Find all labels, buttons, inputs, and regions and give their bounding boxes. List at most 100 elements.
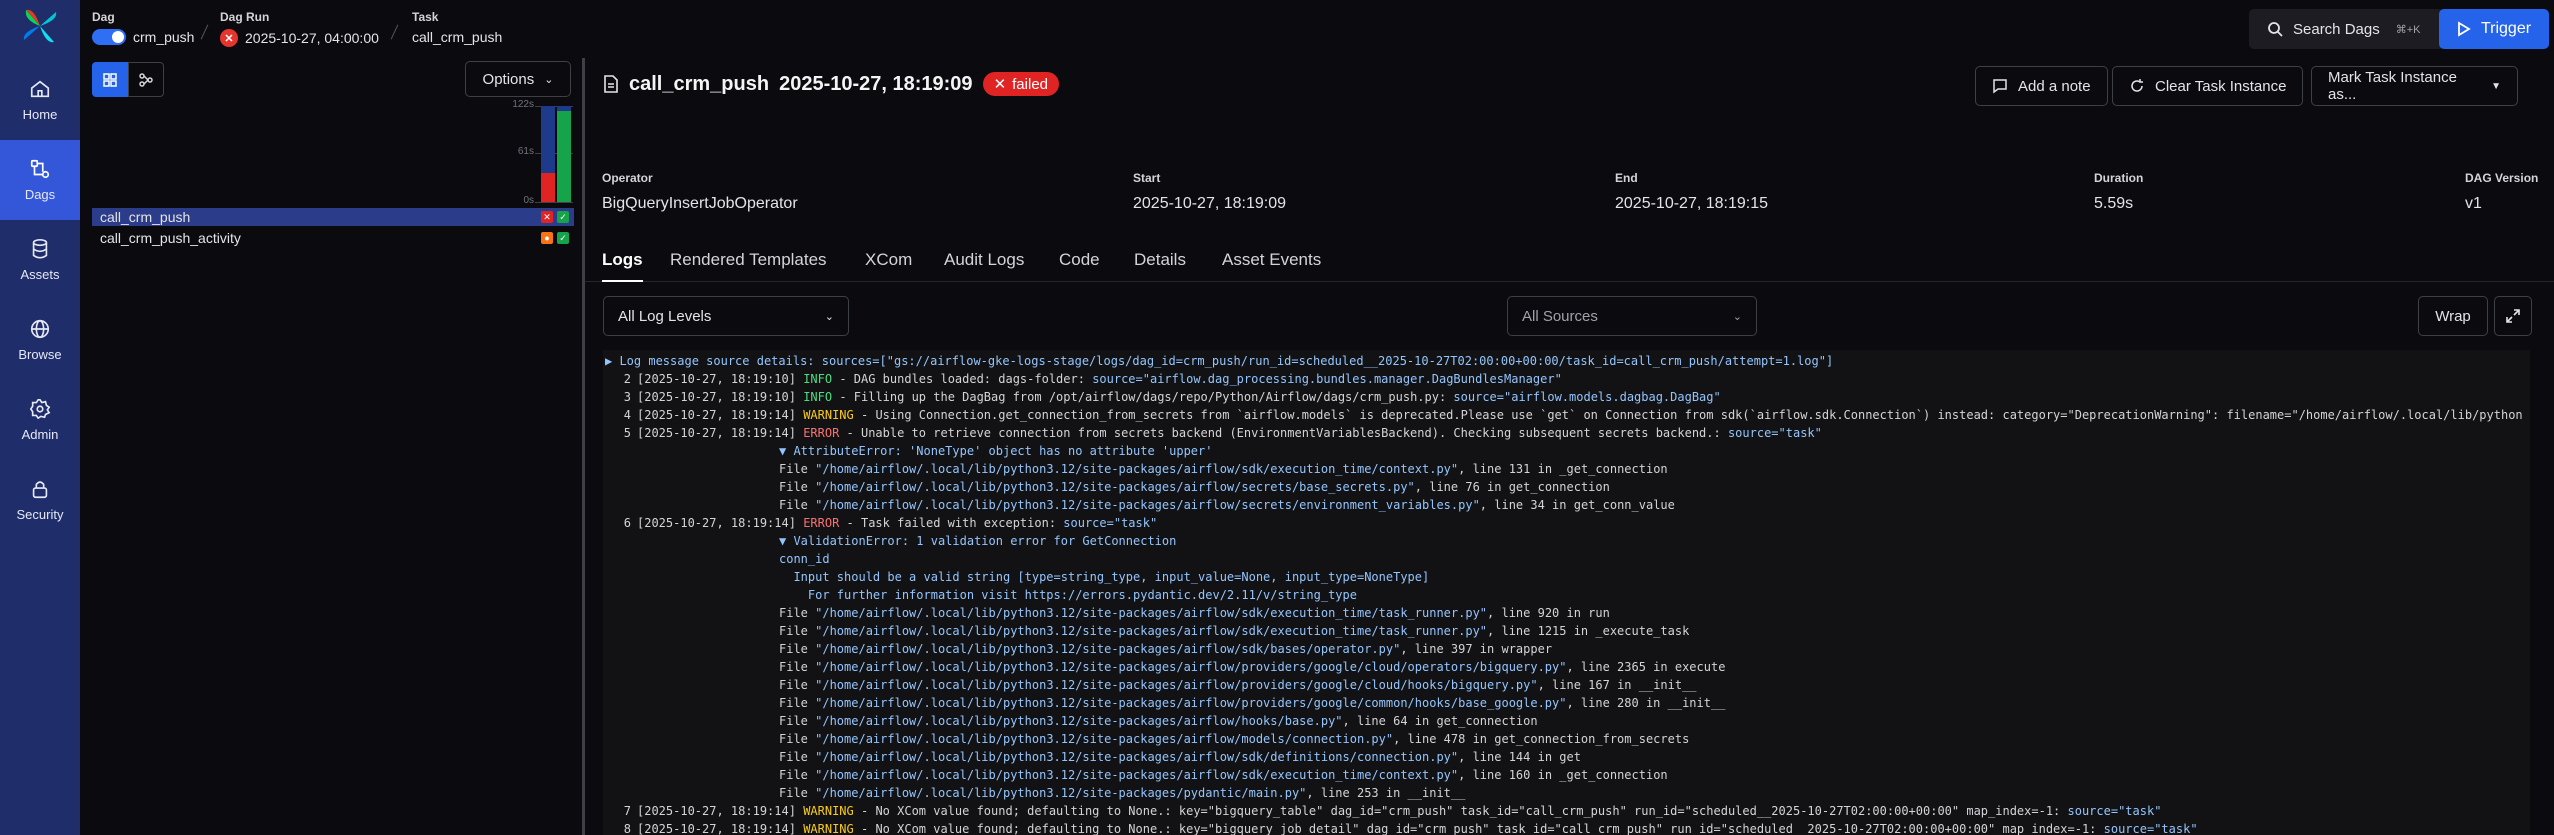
tab-rendered-templates[interactable]: Rendered Templates — [670, 250, 827, 280]
frame-tail: , line 34 in get_conn_value — [1479, 498, 1675, 512]
validation-field: conn_id — [779, 552, 830, 566]
traceback-frame: File "/home/airflow/.local/lib/python3.1… — [779, 606, 1610, 620]
tab-details[interactable]: Details — [1134, 250, 1186, 280]
log-level: ERROR — [803, 516, 840, 530]
task-instance-cell-failed[interactable]: ✕ — [541, 211, 553, 223]
add-note-button[interactable]: Add a note — [1975, 66, 2108, 106]
traceback-frame: File "/home/airflow/.local/lib/python3.1… — [779, 624, 1690, 638]
chevron-down-icon: ⌄ — [1732, 310, 1742, 323]
nav-admin[interactable]: Admin — [0, 380, 80, 460]
run-duration-bar-success[interactable] — [557, 111, 571, 202]
breadcrumb-dag-value[interactable]: crm_push — [133, 29, 194, 45]
frame-path: "/home/airflow/.local/lib/python3.12/sit… — [815, 750, 1459, 764]
task-instance-panel: call_crm_push 2025-10-27, 18:19:09 ✕ fai… — [585, 58, 2554, 835]
close-icon: ✕ — [993, 76, 1007, 93]
traceback-toggle[interactable]: ▼ ValidationError: 1 validation error fo… — [779, 532, 1176, 550]
meta-duration: Duration 5.59s — [2094, 171, 2143, 213]
breadcrumb-separator — [390, 24, 399, 40]
log-message: - Filling up the DagBag from /opt/airflo… — [832, 390, 1454, 404]
log-timestamp: [2025-10-27, 18:19:10] — [637, 390, 796, 404]
lock-icon — [32, 481, 48, 499]
meta-start: Start 2025-10-27, 18:19:09 — [1133, 171, 1286, 213]
frame-tail: , line 920 in run — [1487, 606, 1610, 620]
breadcrumb-run-value[interactable]: 2025-10-27, 04:00:00 — [245, 30, 379, 46]
expand-icon — [2506, 309, 2520, 323]
log-timestamp: [2025-10-27, 18:19:14] — [637, 804, 796, 818]
tab-code[interactable]: Code — [1059, 250, 1100, 280]
expand-button[interactable] — [2494, 296, 2532, 336]
tab-audit-logs[interactable]: Audit Logs — [944, 250, 1024, 280]
wrap-button[interactable]: Wrap — [2418, 296, 2488, 336]
duration-tick-mid: 61s — [517, 146, 534, 157]
search-label: Search Dags — [2293, 20, 2380, 38]
traceback-frame: File "/home/airflow/.local/lib/python3.1… — [779, 498, 1675, 512]
log-level: INFO — [803, 372, 833, 386]
tab-xcom[interactable]: XCom — [865, 250, 912, 280]
log-timestamp: [2025-10-27, 18:19:14] — [637, 426, 796, 440]
meta-operator-value: BigQueryInsertJobOperator — [602, 195, 798, 212]
frame-path: "/home/airflow/.local/lib/python3.12/sit… — [815, 642, 1401, 656]
grid-view-button[interactable] — [92, 62, 128, 97]
nav-home[interactable]: Home — [0, 60, 80, 140]
log-level-select[interactable]: All Log Levels ⌄ — [603, 296, 849, 336]
log-source: source="task" — [1727, 426, 1822, 440]
duration-tick-zero: 0s — [523, 195, 534, 206]
mark-task-instance-dropdown[interactable]: Mark Task Instance as... ▼ — [2311, 66, 2518, 106]
traceback-frame: File "/home/airflow/.local/lib/python3.1… — [779, 462, 1668, 476]
log-viewer[interactable]: ▶ Log message source details: sources=["… — [603, 350, 2530, 835]
task-instance-cell-upstream-failed[interactable]: ● — [541, 232, 553, 244]
breadcrumb-task-value[interactable]: call_crm_push — [412, 29, 502, 45]
breadcrumb-dag-label: Dag — [92, 10, 115, 24]
trigger-button[interactable]: Trigger — [2439, 9, 2549, 49]
caret-down-icon: ▼ — [2491, 80, 2501, 92]
duration-tick-top: 122s — [512, 99, 534, 110]
airflow-logo-icon[interactable] — [20, 6, 60, 46]
nav-security[interactable]: Security — [0, 460, 80, 540]
graph-view-button[interactable] — [128, 62, 164, 97]
tab-logs[interactable]: Logs — [602, 250, 643, 282]
log-line-number: 2 — [623, 372, 631, 386]
task-row-call-crm-push[interactable]: call_crm_push — [92, 208, 574, 226]
meta-duration-label: Duration — [2094, 171, 2144, 185]
frame-tail: , line 167 in __init__ — [1537, 678, 1697, 692]
traceback-frame: File "/home/airflow/.local/lib/python3.1… — [779, 750, 1581, 764]
clear-task-instance-button[interactable]: Clear Task Instance — [2112, 66, 2304, 106]
log-source-details[interactable]: ▶ Log message source details: sources=["… — [605, 352, 1833, 370]
nav-admin-label: Admin — [21, 427, 59, 442]
meta-start-label: Start — [1133, 171, 1161, 185]
grid-icon — [103, 72, 117, 87]
tab-asset-events[interactable]: Asset Events — [1222, 250, 1321, 280]
validation-info: For further information visit https://er… — [779, 588, 1357, 602]
log-message: - No XCom value found; defaulting to Non… — [853, 822, 2104, 835]
traceback-frame: File "/home/airflow/.local/lib/python3.1… — [779, 714, 1538, 728]
traceback-toggle[interactable]: ▼ AttributeError: 'NoneType' object has … — [779, 442, 1212, 460]
task-instance-cell-success[interactable]: ✓ — [557, 211, 569, 223]
nav-assets[interactable]: Assets — [0, 220, 80, 300]
breadcrumb-task[interactable]: Task call_crm_push — [412, 10, 502, 45]
frame-tail: , line 64 in get_connection — [1342, 714, 1538, 728]
mark-label: Mark Task Instance as... — [2328, 69, 2457, 103]
task-instance-cell-success[interactable]: ✓ — [557, 232, 569, 244]
frame-path: "/home/airflow/.local/lib/python3.12/sit… — [815, 786, 1307, 800]
frame-tail: , line 144 in get — [1458, 750, 1581, 764]
log-source-select[interactable]: All Sources ⌄ — [1507, 296, 1757, 336]
nav-browse[interactable]: Browse — [0, 300, 80, 380]
log-message: - Task failed with exception: — [839, 516, 1064, 530]
dag-pause-toggle[interactable] — [92, 29, 126, 45]
breadcrumb-dag-run[interactable]: Dag Run ✕ 2025-10-27, 04:00:00 — [220, 10, 379, 47]
log-source: source="airflow.models.dagbag.DagBag" — [1453, 390, 1721, 404]
log-level: WARNING — [803, 408, 854, 422]
failed-state-icon: ✕ — [220, 29, 238, 47]
breadcrumb-dag[interactable]: Dag crm_push — [92, 10, 194, 45]
frame-tail: , line 2365 in execute — [1566, 660, 1726, 674]
search-dags-button[interactable]: Search Dags ⌘+K — [2249, 9, 2444, 49]
nav-dags[interactable]: Dags — [0, 140, 80, 220]
task-instance-name: call_crm_push — [629, 72, 770, 95]
options-button[interactable]: Options ⌄ — [465, 61, 571, 97]
frame-path: "/home/airflow/.local/lib/python3.12/sit… — [815, 660, 1567, 674]
run-duration-bar-failed[interactable] — [541, 173, 555, 202]
log-message: - Unable to retrieve connection from sec… — [839, 426, 1728, 440]
nav-dags-label: Dags — [24, 187, 56, 202]
task-row-call-crm-push-activity[interactable]: call_crm_push_activity — [92, 229, 574, 247]
frame-tail: , line 1215 in _execute_task — [1487, 624, 1690, 638]
